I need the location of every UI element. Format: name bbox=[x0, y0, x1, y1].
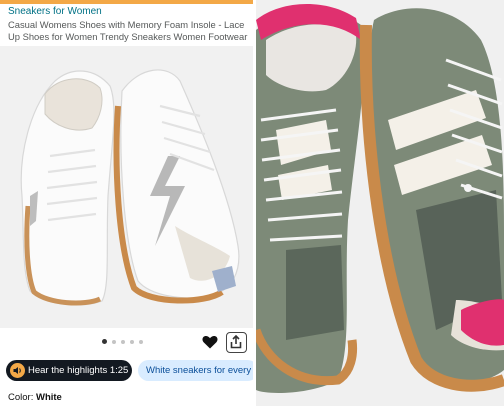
share-icon[interactable] bbox=[226, 332, 247, 353]
product-title: Casual Womens Shoes with Memory Foam Ins… bbox=[8, 19, 248, 42]
carousel-dot[interactable] bbox=[102, 339, 107, 344]
carousel-dot[interactable] bbox=[130, 339, 134, 344]
suggestion-chip-label: White sneakers for every bbox=[146, 365, 252, 376]
top-accent-bar bbox=[0, 0, 253, 4]
green-sneakers-image bbox=[256, 0, 504, 406]
suggestion-chip[interactable]: White sneakers for every bbox=[138, 360, 253, 381]
secondary-product-image[interactable] bbox=[256, 0, 504, 406]
color-selection: Color: White bbox=[8, 392, 62, 403]
favorite-heart-icon[interactable] bbox=[201, 333, 219, 351]
color-label: Color: bbox=[8, 392, 34, 403]
white-sneakers-image bbox=[20, 69, 240, 306]
left-white-shoe bbox=[20, 70, 115, 306]
hear-highlights-button[interactable]: Hear the highlights 1:25 bbox=[6, 360, 132, 381]
brand-link[interactable]: Sneakers for Women bbox=[8, 6, 102, 17]
carousel-dot[interactable] bbox=[112, 339, 116, 344]
carousel-dot[interactable] bbox=[139, 339, 143, 344]
right-white-shoe bbox=[113, 69, 240, 304]
carousel-dots[interactable] bbox=[102, 339, 143, 344]
color-value: White bbox=[35, 392, 62, 403]
product-image[interactable] bbox=[0, 46, 253, 328]
hear-highlights-label: Hear the highlights 1:25 bbox=[28, 365, 129, 376]
product-panel: Sneakers for Women Casual Womens Shoes w… bbox=[0, 0, 253, 406]
carousel-dot[interactable] bbox=[121, 339, 125, 344]
speaker-icon bbox=[10, 363, 25, 378]
